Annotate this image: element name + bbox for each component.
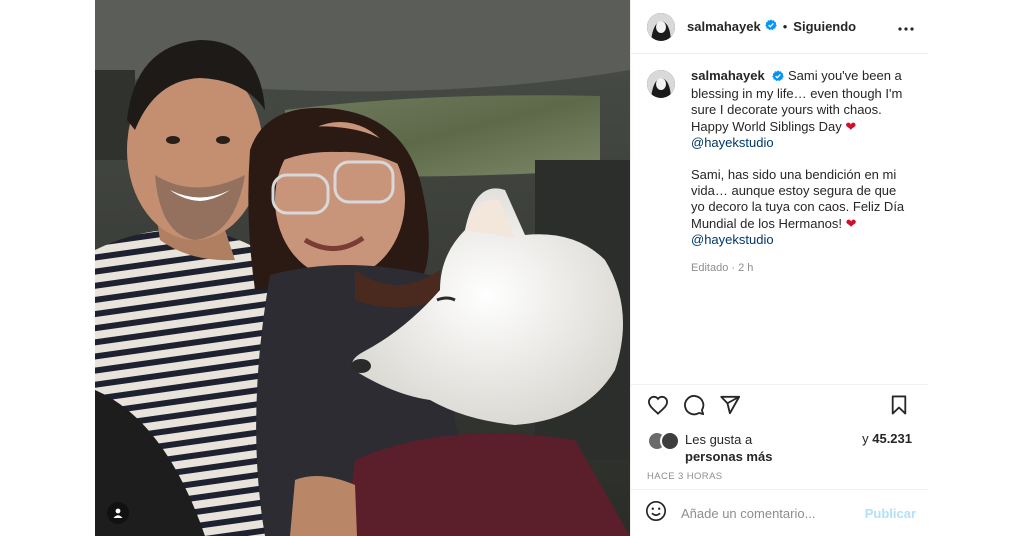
caption-area: salmahayek Sami you've been a blessing i…: [631, 54, 928, 384]
header-username[interactable]: salmahayek: [687, 19, 761, 34]
liker-avatars[interactable]: [647, 431, 681, 451]
caption-username[interactable]: salmahayek: [691, 68, 765, 83]
more-options-icon[interactable]: [898, 18, 914, 36]
caption: salmahayek Sami you've been a blessing i…: [647, 68, 912, 276]
action-icons: [647, 394, 912, 421]
caption-english: salmahayek Sami you've been a blessing i…: [691, 68, 911, 151]
user-tag-icon[interactable]: [107, 502, 129, 524]
caption-text-spanish: Sami, has sido una bendición en mi vida……: [691, 167, 905, 231]
bookmark-icon[interactable]: [890, 395, 908, 420]
publish-button[interactable]: Publicar: [865, 506, 916, 521]
smiley-icon[interactable]: [645, 500, 667, 527]
likes-text: Les gusta a personas más: [685, 431, 772, 465]
mention-link[interactable]: @hayekstudio: [691, 232, 774, 247]
comment-form: Publicar: [631, 489, 928, 536]
verified-badge-icon: [772, 70, 785, 86]
mention-link[interactable]: @hayekstudio: [691, 135, 774, 150]
likes-prefix: Les gusta a: [685, 432, 753, 447]
post-photo[interactable]: [95, 0, 630, 536]
likes-joiner: y: [862, 431, 869, 446]
likes-number: 45.231: [872, 431, 912, 446]
post-photo-image: [95, 0, 630, 536]
paper-plane-icon[interactable]: [719, 394, 741, 421]
post-timestamp[interactable]: HACE 3 HORAS: [647, 471, 912, 482]
header-separator: •: [782, 19, 788, 34]
caption-avatar[interactable]: [647, 70, 675, 98]
avatar[interactable]: [647, 12, 675, 41]
heart-emoji-icon: ❤: [845, 118, 857, 134]
heart-icon[interactable]: [647, 395, 669, 420]
comment-input[interactable]: [681, 505, 851, 521]
heart-emoji-icon: ❤: [845, 215, 857, 231]
post-side-panel: salmahayek • Siguiendo salmahayek Sami y…: [630, 0, 928, 536]
comment-bubble-icon[interactable]: [683, 394, 705, 421]
post-actions: Les gusta a personas más y 45.231 HACE 3…: [631, 384, 928, 482]
likes-summary: Les gusta a personas más y 45.231: [647, 431, 912, 465]
edited-timestamp: Editado · 2 h: [691, 262, 754, 275]
verified-badge-icon: [764, 18, 777, 36]
following-button[interactable]: Siguiendo: [793, 19, 856, 34]
likes-others-link[interactable]: personas más: [685, 449, 772, 464]
caption-spanish: Sami, has sido una bendición en mi vida……: [691, 167, 911, 248]
post-header: salmahayek • Siguiendo: [631, 0, 928, 54]
liker-avatar[interactable]: [660, 431, 680, 451]
likes-count[interactable]: y 45.231: [862, 431, 912, 446]
